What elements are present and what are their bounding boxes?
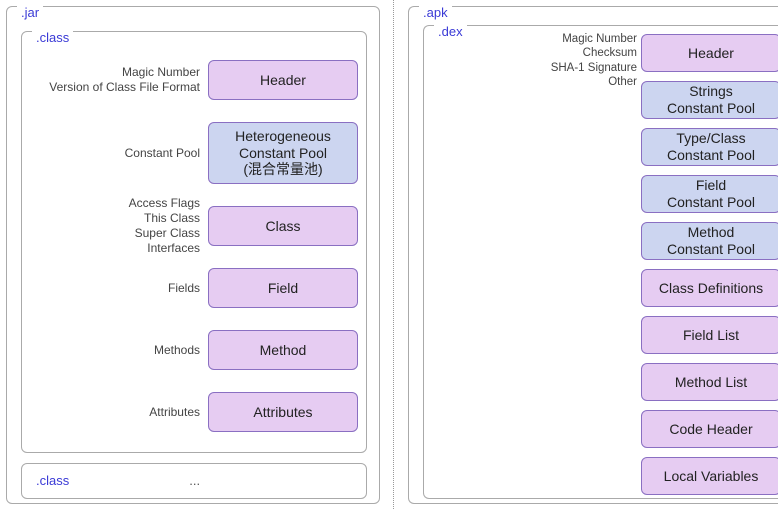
class-row: Magic Number Version of Class File Forma… [22,60,358,100]
class-row: Attributes Attributes [22,392,358,432]
dex-box: StringsConstant Pool [641,81,778,119]
row-box: HeterogeneousConstant Pool(混合常量池) [208,122,358,184]
class-row: Fields Field [22,268,358,308]
dex-box: Code Header [641,410,778,448]
row-desc: Fields [168,281,200,296]
row-desc: Magic Number Version of Class File Forma… [49,65,200,95]
dex-box: Field List [641,316,778,354]
class-extra-panel: .class ... [21,463,367,499]
dex-box: Method List [641,363,778,401]
dex-box: FieldConstant Pool [641,175,778,213]
class-row: Access Flags This Class Super Class Inte… [22,206,358,246]
apk-panel: .apk .dex Magic Number Checksum SHA-1 Si… [408,6,778,504]
jar-panel: .jar .class Magic Number Version of Clas… [6,6,380,504]
row-desc: Constant Pool [125,146,200,161]
class-label: .class [32,30,73,45]
dex-box: Type/ClassConstant Pool [641,128,778,166]
row-box: Attributes [208,392,358,432]
row-desc: Access Flags This Class Super Class Inte… [129,196,200,256]
class-row: Methods Method [22,330,358,370]
row-desc: Methods [154,343,200,358]
dex-box: MethodConstant Pool [641,222,778,260]
dex-box: Local Variables [641,457,778,495]
dex-side-desc: Magic Number Checksum SHA-1 Signature Ot… [551,32,637,90]
row-box: Method [208,330,358,370]
jar-label: .jar [17,5,43,20]
dex-box: Class Definitions [641,269,778,307]
dex-label: .dex [434,24,467,39]
class-extra-label: .class [36,473,69,488]
row-desc: Attributes [149,405,200,420]
row-box: Class [208,206,358,246]
class-panel: .class Magic Number Version of Class Fil… [21,31,367,453]
vertical-divider [393,0,394,509]
row-box: Field [208,268,358,308]
dex-panel: .dex Magic Number Checksum SHA-1 Signatu… [423,25,778,499]
row-box: Header [208,60,358,100]
dex-box: Header [641,34,778,72]
ellipsis: ... [189,473,200,488]
class-row: Constant Pool HeterogeneousConstant Pool(… [22,122,358,184]
apk-label: .apk [419,5,452,20]
